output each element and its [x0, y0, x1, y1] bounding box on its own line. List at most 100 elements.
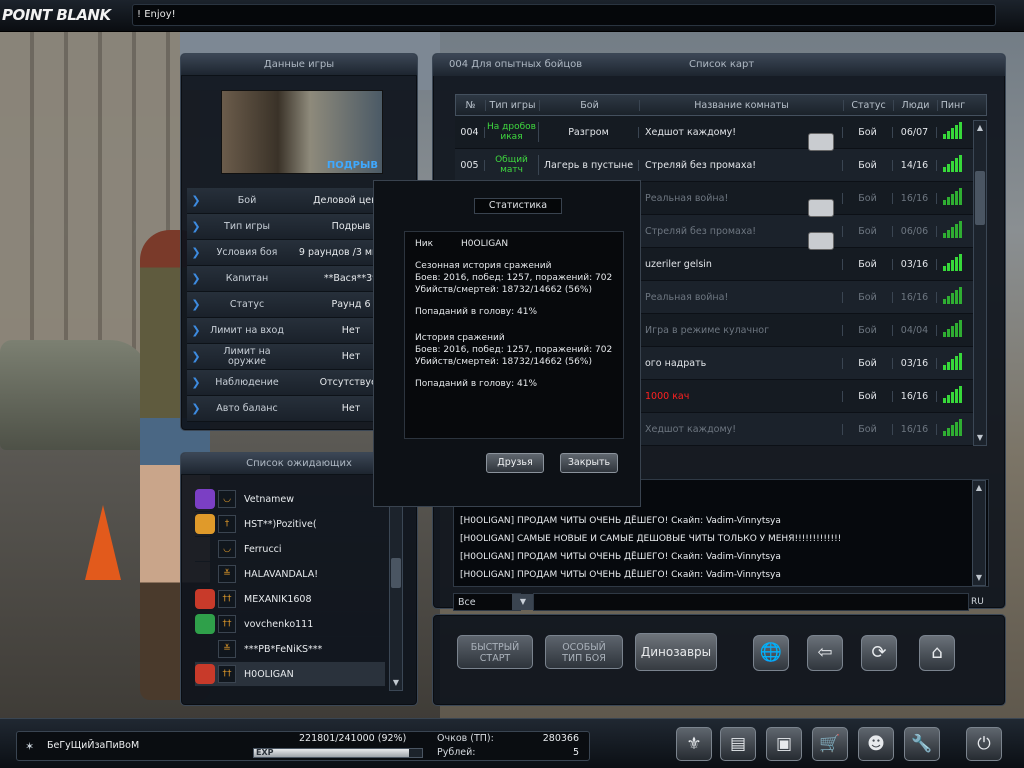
room-row[interactable]: 004 На дробов икая Разгром Хедшот каждому! Б… [455, 116, 987, 151]
ping-bar [958, 220, 962, 238]
room-people: 14/16 [893, 159, 937, 171]
room-row[interactable]: 005 Общий матч Лагерь в пустыне Стреляй без… [455, 149, 987, 182]
refresh-icon[interactable]: ⟳ [861, 635, 897, 671]
map-mode-tag: ПОДРЫВ [326, 160, 378, 171]
chat-input[interactable] [533, 593, 969, 611]
ping-bar [950, 226, 954, 238]
waiting-player-item[interactable]: † HST**)Pozitive( [195, 512, 385, 537]
ping-bar [946, 427, 950, 436]
message-of-the-day: ! Enjoy! [132, 4, 996, 26]
room-status: Бой [843, 258, 893, 270]
scroll-down-arrow-icon[interactable]: ▼ [973, 571, 985, 585]
ping-bar [946, 295, 950, 304]
scroll-thumb[interactable] [391, 558, 401, 588]
col-room-name[interactable]: Название комнаты [640, 99, 844, 111]
waiting-player-item[interactable]: †† vovchenko111 [195, 612, 385, 637]
room-number: 004 [455, 126, 485, 138]
top-bar: POINT BLANK ! Enjoy! [0, 0, 1024, 32]
clan-mark-icon [195, 639, 215, 659]
game-info-key: Капитан [225, 272, 269, 284]
arrow-right-icon: ❯ [191, 324, 201, 337]
player-nick: HST**)Pozitive( [244, 518, 317, 530]
chevron-down-icon[interactable]: ▼ [512, 594, 534, 610]
ping-bar [942, 166, 946, 172]
quick-start-button[interactable]: БЫСТРЫЙ СТАРТ [457, 635, 533, 669]
room-game-type: На дробов икая [485, 122, 539, 142]
waiting-player-list: ◡ Vetnamew † HST**)Pozitive(◡ Ferrucci ≚ HALAV… [195, 487, 385, 687]
scroll-down-arrow-icon[interactable]: ▼ [390, 676, 402, 690]
special-mode-button[interactable]: ОСОБЫЙ ТИП БОЯ [545, 635, 623, 669]
waiting-player-item[interactable]: ≚ ***PB*FeNiKS*** [195, 637, 385, 662]
scroll-up-arrow-icon[interactable]: ▲ [974, 121, 986, 135]
col-status[interactable]: Статус [844, 99, 894, 111]
chat-language-indicator[interactable]: RU [971, 593, 989, 611]
waiting-player-item[interactable]: †† MEXANIK1608 [195, 587, 385, 612]
clan-mark-icon [195, 539, 215, 559]
player-nick: Ferrucci [244, 543, 282, 555]
scroll-thumb[interactable] [975, 171, 985, 225]
col-ping[interactable]: Пинг [938, 100, 968, 111]
exp-bar-fill [254, 749, 409, 757]
nick-row: Ник H0OLIGAN [415, 238, 613, 250]
season-kd: Убийств/смертей: 18732/14662 (56%) [415, 285, 592, 295]
room-name-text: Стреляй без промаха! [645, 225, 757, 237]
col-people[interactable]: Люди [894, 99, 938, 111]
shop-cart-icon[interactable]: 🛒 [812, 727, 848, 761]
power-icon[interactable]: ⏻ [966, 727, 1002, 761]
waiting-player-item[interactable]: ≚ HALAVANDALA! [195, 562, 385, 587]
statistics-tab[interactable]: Статистика [474, 198, 562, 214]
rubles-label: Рублей: [437, 747, 476, 758]
friends-button[interactable]: Друзья [486, 453, 544, 473]
ping-bar [950, 193, 954, 205]
dinosaurs-button[interactable]: Динозавры [635, 633, 717, 671]
ping-bar [942, 199, 946, 205]
scroll-up-arrow-icon[interactable]: ▲ [973, 481, 985, 495]
ping-bar [958, 121, 962, 139]
world-channel-icon[interactable]: 🌐 [753, 635, 789, 671]
chat-scrollbar[interactable]: ▲ ▼ [972, 480, 986, 586]
room-people: 16/16 [893, 192, 937, 204]
home-icon[interactable]: ⌂ [919, 635, 955, 671]
nick-value: H0OLIGAN [461, 239, 509, 249]
clan-emblem-icon[interactable]: ⚜ [676, 727, 712, 761]
points-label: Очков (ТП): [437, 733, 494, 744]
ping-icon [937, 187, 967, 208]
waiting-player-item[interactable]: ◡ Vetnamew [195, 487, 385, 512]
ping-bar [958, 286, 962, 304]
room-table-header: № Тип игры Бой Название комнаты Статус Л… [455, 94, 987, 116]
waiting-player-item[interactable]: ◡ Ferrucci [195, 537, 385, 562]
rank-badge-icon: ≚ [218, 640, 236, 658]
rank-badge-icon: ◡ [218, 490, 236, 508]
bag-icon[interactable]: ▣ [766, 727, 802, 761]
history-headshots: Попаданий в голову: 41% [415, 379, 538, 389]
close-button[interactable]: Закрыть [560, 453, 618, 473]
waiting-player-item[interactable]: †† H0OLIGAN [195, 662, 385, 687]
exit-room-icon[interactable]: ⇦ [807, 635, 843, 671]
rank-badge-icon: †† [218, 665, 236, 683]
col-battle[interactable]: Бой [540, 99, 640, 111]
room-name: Стреляй без промаха! [639, 225, 843, 250]
col-number[interactable]: № [456, 99, 486, 111]
inventory-icon[interactable]: ▤ [720, 727, 756, 761]
ping-icon [937, 352, 967, 373]
ping-bar [958, 418, 962, 436]
room-list-scrollbar[interactable]: ▲ ▼ [973, 120, 987, 446]
rank-badge-icon: ≚ [218, 565, 236, 583]
col-game-type[interactable]: Тип игры [486, 99, 540, 111]
map-thumbnail: ПОДРЫВ [221, 90, 383, 174]
history-kd: Убийств/смертей: 18732/14662 (56%) [415, 357, 592, 367]
ping-bar [958, 253, 962, 271]
chat-channel-select[interactable]: Все ▼ [453, 593, 534, 611]
waiting-list-scrollbar[interactable]: ▼ [389, 487, 403, 691]
ping-bar [942, 430, 946, 436]
player-nick: ***PB*FeNiKS*** [244, 643, 323, 655]
scroll-down-arrow-icon[interactable]: ▼ [974, 431, 986, 445]
background-traffic-cone [85, 505, 121, 580]
community-icon[interactable]: ☻ [858, 727, 894, 761]
ping-bar [942, 397, 946, 403]
settings-wrench-icon[interactable]: 🔧 [904, 727, 940, 761]
room-people: 03/16 [893, 258, 937, 270]
season-headshots: Попаданий в голову: 41% [415, 307, 538, 317]
ping-icon [937, 253, 967, 274]
room-lock-icon [808, 231, 834, 250]
